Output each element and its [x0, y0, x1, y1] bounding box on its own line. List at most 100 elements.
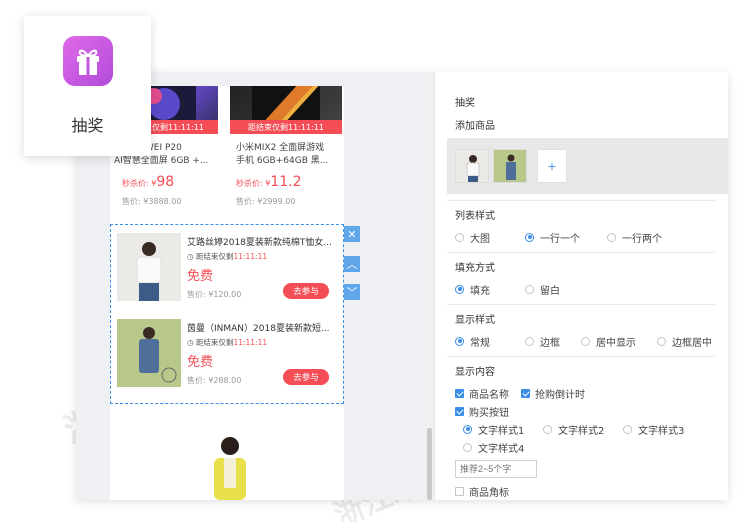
radio-icon	[623, 424, 632, 434]
add-goods-button[interactable]: +	[537, 149, 567, 183]
list-style-options: 大图 一行一个 一行两个	[455, 228, 716, 246]
radio-icon	[525, 336, 534, 346]
countdown: ◷ 距结束仅剩11:11:11	[187, 251, 267, 262]
join-button[interactable]: 去参与	[283, 369, 329, 385]
model-photo	[117, 233, 181, 301]
join-button[interactable]: 去参与	[283, 283, 329, 299]
display-style-section: 显示样式 常规 边框 居中显示 边框居中	[447, 305, 716, 357]
option-label: 大图	[470, 233, 490, 245]
radio-selected-icon	[463, 424, 472, 434]
display-content-title: 显示内容	[455, 367, 495, 378]
lottery-item[interactable]: 艾路丝婷2018夏装新款纯棉T恤女... ◷ 距结束仅剩11:11:11 免费 …	[117, 233, 337, 311]
text-style-options: 文字样式1 文字样式2 文字样式3	[455, 420, 716, 438]
product-name-line: AI智慧全面屏 6GB +...	[114, 156, 209, 166]
thumb-image	[456, 150, 488, 182]
option-text-style-1[interactable]: 文字样式1	[463, 422, 543, 437]
radio-icon	[581, 336, 590, 346]
thumb-image	[494, 150, 526, 182]
check-corner-mark[interactable]: 商品角标	[455, 484, 509, 499]
option-two-per-row[interactable]: 一行两个	[607, 230, 662, 245]
check-countdown[interactable]: 抢购倒计时	[521, 386, 585, 401]
checkbox-checked-icon	[455, 406, 464, 416]
content-checks-row: 购买按钮	[455, 402, 716, 420]
gift-icon	[63, 36, 113, 86]
option-text-style-3[interactable]: 文字样式3	[623, 422, 684, 437]
radio-selected-icon	[455, 336, 464, 346]
check-label: 购买按钮	[469, 407, 509, 419]
display-style-title: 显示样式	[455, 315, 495, 326]
fill-mode-options: 填充 留白	[455, 280, 716, 298]
display-content-section: 显示内容 商品名称 抢购倒计时 购买按钮 文字样式1 文字样式2 文字样式3 文…	[447, 357, 716, 500]
component-label: 抽奖	[71, 116, 104, 135]
button-text-input[interactable]	[455, 460, 537, 478]
section-header: 抽奖	[447, 72, 716, 109]
option-text-style-2[interactable]: 文字样式2	[543, 422, 623, 437]
flash-price-value: 11.2	[270, 174, 302, 190]
lottery-goods-module[interactable]: 艾路丝婷2018夏装新款纯棉T恤女... ◷ 距结束仅剩11:11:11 免费 …	[110, 224, 344, 404]
flash-price-label: 秒杀价: ¥	[122, 179, 157, 188]
option-fill[interactable]: 填充	[455, 282, 525, 297]
scrollbar-thumb[interactable]	[427, 428, 432, 500]
countdown-time: 11:11:11	[233, 252, 268, 261]
radio-icon	[463, 442, 472, 452]
list-style-title: 列表样式	[455, 211, 495, 222]
check-goods-name[interactable]: 商品名称	[455, 386, 521, 401]
countdown: ◷ 距结束仅剩11:11:11	[187, 337, 267, 348]
option-normal[interactable]: 常规	[455, 334, 525, 349]
gift-icon-graphic	[77, 49, 99, 75]
flash-price-label: 秒杀价: ¥	[236, 179, 271, 188]
checkbox-icon	[455, 486, 464, 496]
option-label: 文字样式2	[558, 425, 605, 437]
goods-thumbnail[interactable]	[493, 149, 527, 183]
countdown-bar: 距结束仅剩11:11:11	[230, 120, 342, 134]
add-goods-title: 添加商品	[455, 121, 495, 132]
model-photo	[117, 319, 181, 387]
check-label: 抢购倒计时	[535, 389, 585, 401]
countdown-time: 11:11:11	[233, 338, 268, 347]
fill-mode-section: 填充方式 填充 留白	[447, 253, 716, 305]
option-whitespace[interactable]: 留白	[525, 282, 560, 297]
corner-mark-row: 商品角标	[455, 482, 716, 500]
goods-thumbnail[interactable]	[455, 149, 489, 183]
sale-price: 售价: ¥288.00	[187, 376, 242, 385]
text-style-options: 文字样式4	[455, 438, 716, 456]
settings-panel: 抽奖 添加商品 + 列表样式 大图 一行一个 一行两个 填充方式 填充 留白 显…	[427, 72, 728, 500]
radio-icon	[607, 232, 616, 242]
radio-icon	[525, 284, 534, 294]
option-text-style-4[interactable]: 文字样式4	[463, 440, 524, 455]
move-up-button[interactable]: ︿	[344, 256, 360, 272]
option-one-per-row[interactable]: 一行一个	[525, 230, 607, 245]
check-label: 商品角标	[469, 487, 509, 499]
product-name-line: 小米MIX2 全面屏游戏	[236, 143, 325, 153]
option-border[interactable]: 边框	[525, 334, 581, 349]
radio-selected-icon	[525, 232, 534, 242]
model-photo	[214, 437, 246, 500]
option-label: 留白	[540, 285, 560, 297]
clock-icon: ◷	[187, 338, 196, 347]
check-label: 商品名称	[469, 389, 509, 401]
free-label: 免费	[187, 355, 214, 370]
radio-icon	[657, 336, 666, 346]
check-buy-button[interactable]: 购买按钮	[455, 404, 509, 419]
lottery-item[interactable]: 茵曼（INMAN）2018夏装新款短... ◷ 距结束仅剩11:11:11 免费…	[117, 319, 337, 397]
delete-module-button[interactable]: ✕	[344, 226, 360, 242]
option-label: 边框居中	[672, 337, 712, 349]
move-down-button[interactable]: ﹀	[344, 284, 360, 300]
countdown-label: 距结束仅剩	[195, 338, 234, 347]
product-title: 茵曼（INMAN）2018夏装新款短...	[187, 324, 330, 334]
checkbox-checked-icon	[521, 388, 530, 398]
option-label: 居中显示	[596, 337, 636, 349]
option-large-image[interactable]: 大图	[455, 230, 525, 245]
option-border-center[interactable]: 边框居中	[657, 334, 712, 349]
option-label: 文字样式3	[638, 425, 685, 437]
option-center[interactable]: 居中显示	[581, 334, 657, 349]
product-name: 小米MIX2 全面屏游戏 手机 6GB+64GB 黑...	[236, 142, 328, 168]
product-name-line: 手机 6GB+64GB 黑...	[236, 156, 329, 166]
lottery-component-card[interactable]: 抽奖	[24, 16, 151, 156]
product-title: 艾路丝婷2018夏装新款纯棉T恤女...	[187, 238, 332, 248]
product-image	[117, 319, 181, 387]
flash-price-value: 98	[156, 174, 175, 190]
option-label: 一行两个	[622, 233, 662, 245]
radio-icon	[543, 424, 552, 434]
option-label: 一行一个	[540, 233, 580, 245]
